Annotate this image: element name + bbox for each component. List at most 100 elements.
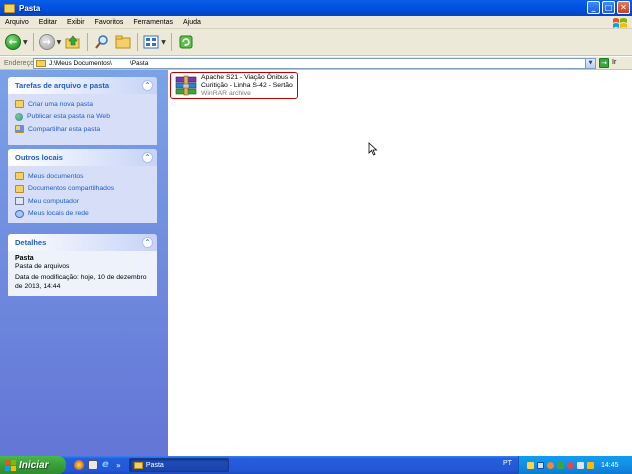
folder-icon	[133, 461, 143, 469]
panel-header[interactable]: Detalhes ^	[8, 234, 157, 251]
folders-button[interactable]	[114, 33, 132, 51]
sync-icon	[179, 35, 193, 49]
file-name-line2: Curitição - Linha S-42 - Sertão	[201, 82, 293, 89]
title-bar: Pasta _ □ ✕	[0, 0, 632, 16]
menu-favoritos[interactable]: Favoritos	[90, 19, 129, 26]
place-my-documents[interactable]: Meus documentos	[15, 170, 150, 183]
task-new-folder[interactable]: Criar uma nova pasta	[15, 98, 150, 111]
address-label: Endereço	[4, 59, 34, 67]
panel-header[interactable]: Tarefas de arquivo e pasta ^	[8, 77, 157, 94]
task-label: Criar uma nova pasta	[28, 100, 93, 108]
internet-explorer-icon[interactable]: e	[102, 460, 112, 470]
system-tray: 14:45	[518, 456, 632, 474]
security-icon[interactable]	[567, 461, 574, 469]
menu-editar[interactable]: Editar	[34, 19, 62, 26]
detail-type: Pasta de arquivos	[15, 263, 70, 270]
task-label: Compartilhar esta pasta	[28, 125, 101, 133]
quick-launch-more[interactable]: »	[116, 461, 121, 470]
collapse-chevron-icon[interactable]: ^	[142, 152, 153, 163]
up-folder-icon	[65, 35, 80, 49]
windows-logo-icon	[5, 459, 16, 471]
search-button[interactable]	[93, 33, 111, 51]
tray-app-icon[interactable]	[547, 461, 554, 469]
task-publish-web[interactable]: Publicar esta pasta na Web	[15, 111, 150, 124]
taskbar: Iniciar e » Pasta PT 14:45	[0, 456, 632, 474]
go-button[interactable]: Ir	[612, 59, 616, 66]
globe-icon	[15, 112, 23, 121]
menu-bar: Arquivo Editar Exibir Favoritos Ferramen…	[0, 16, 632, 29]
detail-name: Pasta	[15, 255, 34, 262]
collapse-chevron-icon[interactable]: ^	[142, 237, 153, 248]
place-label: Meus documentos	[28, 172, 84, 180]
up-folder-button[interactable]	[64, 33, 82, 51]
details-panel: Detalhes ^ Pasta Pasta de arquivos Data …	[8, 234, 157, 296]
views-button[interactable]: ▼	[143, 32, 166, 52]
close-button[interactable]: ✕	[617, 1, 630, 14]
toolbar-divider	[137, 33, 139, 51]
tray-app-icon[interactable]	[587, 461, 594, 469]
place-my-computer[interactable]: Meu computador	[15, 195, 150, 208]
clock[interactable]: 14:45	[601, 462, 619, 469]
address-bar: Endereço J:\Meus Documentos\ \Pasta ▼ → …	[0, 57, 632, 70]
place-label: Meus locais de rede	[28, 210, 89, 218]
go-arrow-icon[interactable]: →	[599, 58, 609, 68]
place-network[interactable]: Meus locais de rede	[15, 208, 150, 221]
file-item[interactable]: Apache S21 - Viação Ônibus e Curitição -…	[170, 72, 298, 99]
folders-icon	[115, 35, 131, 49]
start-label: Iniciar	[19, 459, 49, 471]
back-button[interactable]: ← ▼	[5, 32, 28, 52]
address-path: J:\Meus Documentos\ \Pasta	[49, 60, 149, 67]
minimize-button[interactable]: _	[587, 1, 600, 14]
toolbar-divider	[32, 33, 34, 51]
new-folder-icon	[15, 100, 24, 109]
panel-title: Outros locais	[15, 153, 63, 162]
sync-button[interactable]	[177, 33, 195, 51]
window-title: Pasta	[19, 3, 41, 13]
panel-title: Tarefas de arquivo e pasta	[15, 81, 110, 90]
toolbar-divider	[170, 33, 172, 51]
menu-ferramentas[interactable]: Ferramentas	[128, 19, 178, 26]
folder-icon	[4, 3, 15, 13]
task-share-folder[interactable]: Compartilhar esta pasta	[15, 123, 150, 136]
language-indicator[interactable]: PT	[503, 460, 512, 467]
file-folder-tasks-panel: Tarefas de arquivo e pasta ^ Criar uma n…	[8, 77, 157, 145]
chevron-down-icon: ▼	[161, 38, 166, 46]
panel-title: Detalhes	[15, 238, 47, 247]
file-list-area[interactable]: Apache S21 - Viação Ônibus e Curitição -…	[168, 70, 632, 456]
other-places-panel: Outros locais ^ Meus documentos Document…	[8, 149, 157, 223]
chevron-down-icon: ▼	[23, 38, 28, 46]
menu-ajuda[interactable]: Ajuda	[178, 19, 206, 26]
taskbar-button-pasta[interactable]: Pasta	[128, 458, 229, 472]
firefox-icon[interactable]	[74, 460, 84, 470]
toolbar: ← ▼ → ▼ ▼	[0, 29, 632, 56]
folder-icon	[36, 60, 46, 67]
forward-button[interactable]: → ▼	[38, 32, 62, 52]
folder-icon	[15, 184, 24, 193]
share-folder-icon	[15, 125, 24, 134]
tray-app-icon[interactable]	[557, 461, 564, 469]
folder-icon	[15, 172, 24, 181]
maximize-button[interactable]: □	[602, 1, 615, 14]
volume-icon[interactable]	[577, 461, 584, 469]
menu-arquivo[interactable]: Arquivo	[0, 19, 34, 26]
search-icon	[95, 35, 108, 49]
menu-exibir[interactable]: Exibir	[62, 19, 90, 26]
start-button[interactable]: Iniciar	[0, 456, 66, 474]
show-desktop-icon[interactable]	[88, 460, 98, 470]
collapse-chevron-icon[interactable]: ^	[142, 80, 153, 91]
window-controls: _ □ ✕	[587, 1, 630, 14]
toolbar-divider	[87, 33, 89, 51]
tray-app-icon[interactable]	[527, 461, 534, 469]
task-label: Publicar esta pasta na Web	[27, 113, 110, 121]
panel-header[interactable]: Outros locais ^	[8, 149, 157, 166]
chevron-down-icon: ▼	[56, 38, 62, 46]
place-label: Documentos compartilhados	[28, 185, 115, 193]
place-shared-documents[interactable]: Documentos compartilhados	[15, 183, 150, 196]
address-input[interactable]: J:\Meus Documentos\ \Pasta ▼	[33, 58, 596, 69]
network-icon[interactable]	[537, 461, 544, 469]
address-dropdown-button[interactable]: ▼	[585, 59, 595, 68]
file-name-line1: Apache S21 - Viação Ônibus e	[201, 74, 294, 81]
place-label: Meu computador	[28, 197, 80, 205]
windows-logo-icon	[613, 18, 627, 28]
mouse-cursor-icon	[368, 142, 378, 156]
